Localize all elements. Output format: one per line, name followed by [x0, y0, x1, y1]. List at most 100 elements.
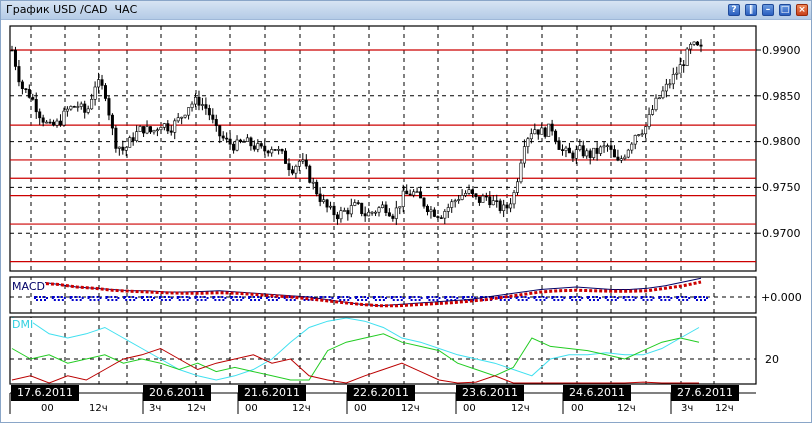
price-label: 0.9800 [762, 135, 801, 148]
candle-body [498, 200, 502, 211]
candle-body [148, 126, 152, 133]
candle-body [626, 149, 630, 158]
candle-body [630, 143, 634, 151]
date-label: 23.6.2011 [456, 385, 524, 401]
candle-body [484, 195, 488, 198]
candle-body [550, 123, 554, 132]
candle-body [429, 209, 433, 213]
candle-body [263, 145, 267, 152]
candle-body [585, 150, 589, 157]
candle-body [692, 41, 696, 45]
candle-body [356, 202, 360, 204]
date-label: 21.6.2011 [238, 385, 306, 401]
date-label: 20.6.2011 [143, 385, 211, 401]
candle-body [207, 108, 211, 116]
candle-body [439, 217, 443, 219]
candle-body [52, 121, 56, 126]
candle-body [335, 214, 339, 220]
candle-body [31, 97, 35, 100]
hour-label: 12ч [715, 403, 734, 414]
candle-body [353, 202, 357, 206]
candle-body [477, 196, 481, 203]
date-label: 27.6.2011 [671, 385, 739, 401]
candle-body [235, 139, 239, 151]
candle-body [17, 66, 21, 83]
candle-body [239, 139, 243, 143]
candle-body [412, 191, 416, 196]
candle-body [564, 147, 568, 151]
candle-body [529, 133, 533, 140]
candle-body [567, 147, 571, 154]
hour-label: 12ч [511, 403, 530, 414]
candle-body [571, 152, 575, 159]
candle-body [20, 81, 24, 89]
candle-body [315, 181, 319, 195]
candle-body [221, 135, 225, 139]
hour-label: 12ч [401, 403, 420, 414]
candle-body [277, 149, 281, 151]
candle-body [651, 109, 655, 115]
candle-body [588, 150, 592, 158]
candle-body [55, 120, 59, 126]
candle-body [252, 145, 256, 150]
candle-body [664, 83, 668, 92]
candle-body [332, 205, 336, 216]
hour-label: 12ч [617, 403, 636, 414]
candle-body [581, 145, 585, 157]
candle-body [554, 130, 558, 142]
candle-body [211, 114, 215, 120]
candle-body [401, 190, 405, 207]
hour-label: 3ч [149, 403, 162, 414]
candle-body [609, 145, 613, 150]
candle-body [242, 141, 246, 143]
candle-body [13, 49, 17, 67]
date-label: 22.6.2011 [347, 385, 415, 401]
hour-label: 12ч [187, 403, 206, 414]
candle-body [657, 97, 661, 100]
candle-body [72, 106, 76, 108]
candle-body [62, 110, 66, 126]
hour-label: 00 [41, 403, 54, 414]
candle-body [34, 99, 38, 113]
candle-body [100, 79, 104, 86]
panel-frame [9, 276, 757, 314]
candle-body [225, 137, 229, 140]
candle-body [10, 49, 14, 52]
candle-body [481, 195, 485, 203]
candle-body [325, 199, 329, 208]
candle-body [533, 129, 537, 135]
candle-body [41, 117, 45, 123]
candle-body [633, 135, 637, 145]
candle-body [124, 147, 128, 151]
candle-body [370, 211, 374, 214]
candle-body [194, 96, 198, 105]
candle-body [612, 149, 616, 158]
candle-body [574, 149, 578, 159]
hour-label: 12ч [89, 403, 108, 414]
candle-body [256, 143, 260, 150]
candle-body [90, 98, 94, 110]
candle-body [121, 146, 125, 151]
candle-body [405, 190, 409, 195]
candle-body [117, 146, 121, 149]
candle-body [162, 123, 166, 128]
hour-label: 00 [245, 403, 258, 414]
price-label: 0.9750 [762, 181, 801, 194]
candle-body [644, 126, 648, 135]
candle-body [76, 106, 80, 108]
candle-body [495, 200, 499, 202]
candle-body [190, 103, 194, 108]
candle-body [460, 195, 464, 200]
candle-body [526, 138, 530, 147]
candle-body [249, 137, 253, 147]
candle-body [415, 191, 419, 193]
candle-body [647, 114, 651, 127]
candle-body [93, 86, 97, 100]
candle-body [637, 134, 641, 136]
candle-body [419, 191, 423, 199]
candle-body [173, 120, 177, 133]
candle-body [180, 116, 184, 119]
candle-body [599, 146, 603, 154]
candle-body [453, 200, 457, 203]
candle-body [290, 169, 294, 174]
